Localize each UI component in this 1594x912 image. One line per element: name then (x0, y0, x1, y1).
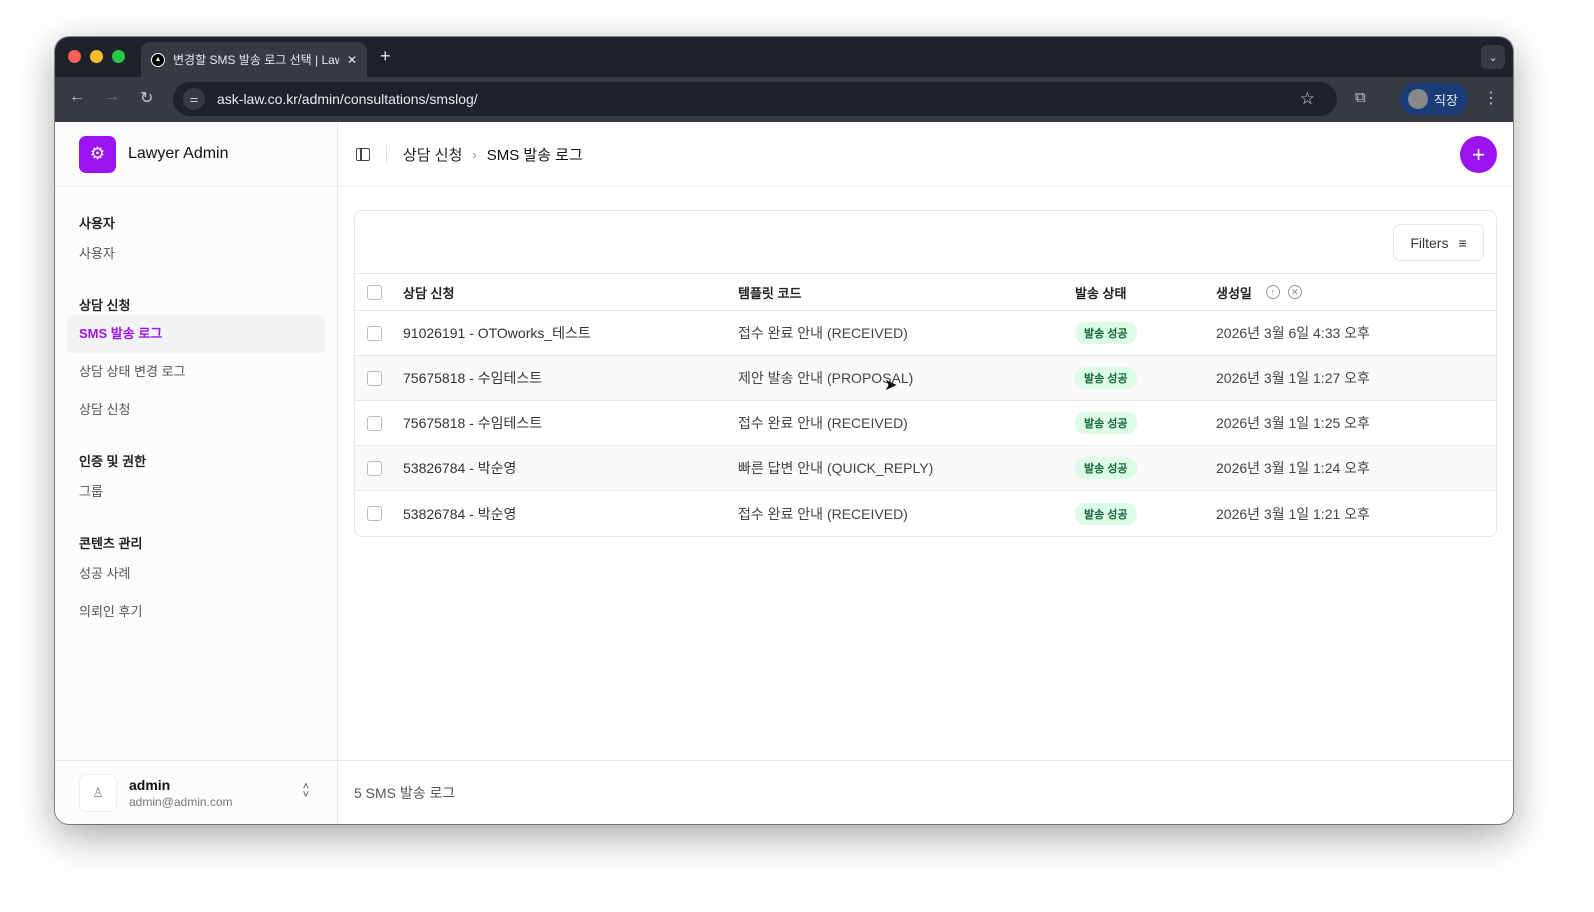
consultation-link[interactable]: 53826784 - 박순영 (403, 504, 738, 524)
table-row[interactable]: 75675818 - 수임테스트 제안 발송 안내 (PROPOSAL) 발송 … (355, 356, 1496, 401)
column-template[interactable]: 템플릿 코드 (738, 283, 1075, 302)
status-badge: 발송 성공 (1075, 502, 1137, 525)
chevron-right-icon: › (472, 146, 477, 162)
filters-button[interactable]: Filters ≡ (1393, 224, 1484, 261)
user-name: admin (129, 776, 171, 793)
select-all-checkbox[interactable] (367, 284, 382, 300)
sidebar-item-success-cases[interactable]: 성공 사례 (67, 555, 325, 593)
main-content: 상담 신청 › SMS 발송 로그 + Filters ≡ 상담 신청 템플릿 코… (338, 122, 1513, 824)
reload-icon[interactable]: ↻ (140, 88, 153, 108)
created-date: 2026년 3월 1일 1:25 오후 (1216, 415, 1370, 431)
add-button[interactable]: + (1460, 136, 1497, 173)
sidebar-group-consultations: 상담 신청 (79, 298, 131, 313)
sidebar-item-reviews[interactable]: 의뢰인 후기 (67, 593, 325, 631)
gear-icon: ⚙ (79, 135, 116, 173)
sidebar: ⚙ Lawyer Admin 사용자 사용자 상담 신청 SMS 발송 로그 상담… (55, 122, 338, 824)
table-row[interactable]: 53826784 - 박순영 빠른 답변 안내 (QUICK_REPLY) 발송… (355, 446, 1496, 491)
sidebar-item-status-log[interactable]: 상담 상태 변경 로그 (67, 353, 325, 391)
row-checkbox[interactable] (367, 506, 382, 521)
user-email: admin@admin.com (129, 794, 233, 809)
table-header: 상담 신청 템플릿 코드 발송 상태 생성일 ↑ ✕ (355, 274, 1496, 311)
created-date: 2026년 3월 6일 4:33 오후 (1216, 325, 1370, 341)
back-icon[interactable]: ← (69, 88, 85, 106)
filters-label: Filters (1410, 234, 1449, 251)
row-checkbox[interactable] (367, 325, 382, 341)
sidebar-item-sms-log[interactable]: SMS 발송 로그 (67, 315, 325, 353)
consultation-link[interactable]: 75675818 - 수임테스트 (403, 413, 738, 433)
column-status[interactable]: 발송 상태 (1075, 283, 1216, 302)
template-code: 접수 완료 안내 (RECEIVED) (738, 415, 908, 431)
minimize-window-button[interactable] (90, 50, 103, 63)
sidebar-item-consultations[interactable]: 상담 신청 (67, 391, 325, 429)
status-badge: 발송 성공 (1075, 367, 1137, 389)
breadcrumb-current: SMS 발송 로그 (486, 146, 583, 164)
close-tab-icon[interactable]: ✕ (347, 53, 357, 67)
new-tab-button[interactable]: + (380, 46, 391, 67)
chevron-up-down-icon[interactable]: ˄ ˅ (303, 782, 309, 801)
consultation-link[interactable]: 75675818 - 수임테스트 (403, 368, 738, 388)
sms-log-table: Filters ≡ 상담 신청 템플릿 코드 발송 상태 생성일 ↑ ✕ 910261… (354, 210, 1497, 537)
created-date: 2026년 3월 1일 1:24 오후 (1216, 460, 1370, 476)
user-menu[interactable]: ♙ admin admin@admin.com ˄ ˅ (55, 760, 337, 824)
browser-tab[interactable]: ▲ 변경할 SMS 발송 로그 선택 | Lawyer Admin ✕ (141, 42, 367, 77)
menu-kebab-icon[interactable]: ⋮ (1483, 88, 1499, 108)
extensions-icon[interactable]: ⧉ (1355, 89, 1366, 106)
sidebar-group-auth: 인증 및 권한 (79, 454, 147, 469)
status-badge: 발송 성공 (1075, 322, 1137, 344)
row-checkbox[interactable] (367, 460, 382, 476)
template-code: 접수 완료 안내 (RECEIVED) (738, 325, 908, 341)
row-checkbox[interactable] (367, 370, 382, 386)
breadcrumb-consultations[interactable]: 상담 신청 (403, 144, 462, 165)
consultation-link[interactable]: 53826784 - 박순영 (403, 458, 738, 478)
sidebar-group-users: 사용자 (79, 216, 115, 231)
template-code: 접수 완료 안내 (RECEIVED) (738, 505, 908, 522)
created-date: 2026년 3월 1일 1:27 오후 (1216, 370, 1370, 386)
close-window-button[interactable] (68, 50, 81, 63)
profile-name: 직장 (1434, 92, 1458, 108)
sidebar-item-users[interactable]: 사용자 (67, 235, 325, 273)
sidebar-item-groups[interactable]: 그룹 (67, 473, 325, 511)
template-code: 제안 발송 안내 (PROPOSAL) (738, 370, 914, 386)
bookmark-star-icon[interactable]: ☆ (1300, 89, 1315, 109)
site-settings-icon[interactable]: ⚌ (183, 88, 205, 110)
table-row[interactable]: 91026191 - OTOworks_테스트 접수 완료 안내 (RECEIV… (355, 311, 1496, 356)
browser-window: ▲ 변경할 SMS 발송 로그 선택 | Lawyer Admin ✕ + ⌄ … (55, 37, 1513, 824)
row-checkbox[interactable] (367, 415, 382, 431)
column-created[interactable]: 생성일 (1216, 283, 1252, 302)
status-badge: 발송 성공 (1075, 412, 1137, 434)
avatar (1408, 89, 1428, 109)
forward-icon[interactable]: → (104, 88, 120, 106)
sort-ascending-icon[interactable]: ↑ (1265, 285, 1280, 299)
table-row[interactable]: 53826784 - 박순영 접수 완료 안내 (RECEIVED) 발송 성공… (355, 491, 1496, 536)
sidebar-group-content: 콘텐츠 관리 (79, 536, 143, 551)
brand-name: Lawyer Admin (128, 145, 229, 162)
consultation-link[interactable]: 91026191 - OTOworks_테스트 (403, 323, 738, 343)
profile-button[interactable]: 직장 (1400, 83, 1468, 115)
template-code: 빠른 답변 안내 (QUICK_REPLY) (738, 460, 934, 476)
favicon-icon: ▲ (151, 52, 165, 67)
sidebar-toggle-icon[interactable] (356, 147, 370, 161)
clear-sort-icon[interactable]: ✕ (1287, 285, 1302, 299)
page-header: 상담 신청 › SMS 발송 로그 + (338, 122, 1513, 187)
address-bar[interactable]: ⚌ ask-law.co.kr/admin/consultations/smsl… (173, 82, 1337, 116)
user-icon: ♙ (79, 773, 117, 812)
column-consultation[interactable]: 상담 신청 (403, 283, 738, 302)
filter-icon: ≡ (1458, 234, 1467, 251)
table-row[interactable]: 75675818 - 수임테스트 접수 완료 안내 (RECEIVED) 발송 … (355, 401, 1496, 446)
maximize-window-button[interactable] (112, 50, 125, 63)
status-badge: 발송 성공 (1075, 457, 1137, 479)
browser-toolbar: ← → ↻ ⚌ ask-law.co.kr/admin/consultation… (55, 77, 1513, 122)
tab-search-button[interactable]: ⌄ (1481, 45, 1505, 69)
mouse-cursor: ➤ (884, 377, 898, 394)
url-text: ask-law.co.kr/admin/consultations/smslog… (217, 91, 478, 107)
tab-bar: ▲ 변경할 SMS 발송 로그 선택 | Lawyer Admin ✕ + ⌄ (55, 37, 1513, 77)
created-date: 2026년 3월 1일 1:21 오후 (1216, 505, 1370, 522)
tab-title: 변경할 SMS 발송 로그 선택 | Lawyer Admin (173, 53, 339, 67)
result-count: 5 SMS 발송 로그 (338, 760, 1513, 824)
